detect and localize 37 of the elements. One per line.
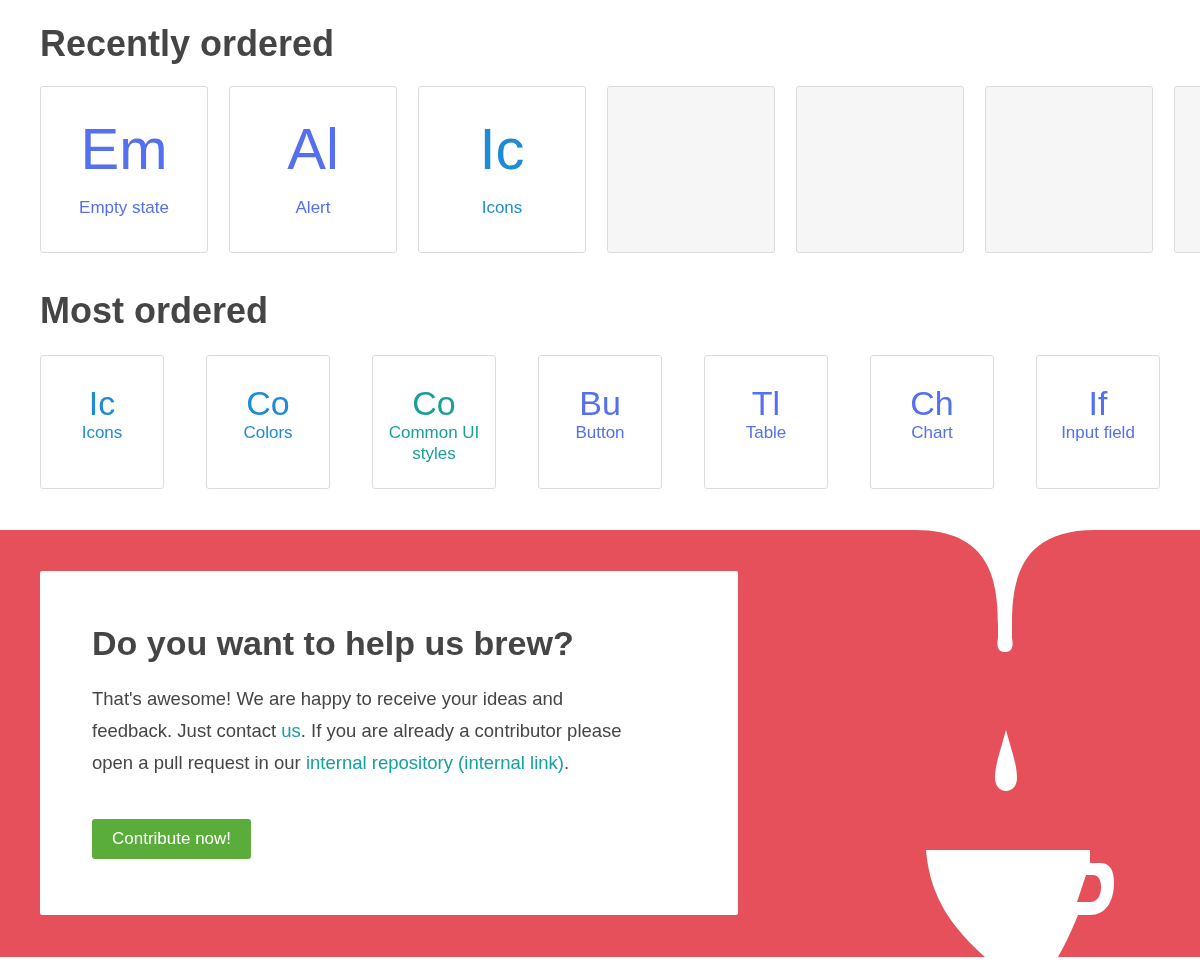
tile-label: Colors [242,422,294,443]
component-tile[interactable]: Bu Button [538,355,662,489]
tile-initials: Co [246,384,290,422]
tile-label: Common UI styles [387,422,481,464]
component-tile[interactable]: Ic Icons [418,86,586,253]
component-tile[interactable]: Al Alert [229,86,397,253]
component-tile[interactable]: Ch Chart [870,355,994,489]
text-link[interactable]: internal repository (internal link) [305,752,565,773]
tile-label: Alert [295,197,331,218]
tile-initials: Bu [579,384,621,422]
tile-label: Input field [1060,422,1136,443]
tile-initials: Ic [88,384,116,422]
tile-initials: If [1088,384,1108,422]
section-heading: Most ordered [40,289,269,333]
component-tile[interactable]: Em Empty state [40,86,208,253]
component-tile[interactable]: Tl Table [704,355,828,489]
contribute-button[interactable]: Contribute now! [92,819,252,859]
tile-initials: Em [80,117,168,180]
card-paragraph: That's awesome! We are happy to receive your ideas and feedback. Just contact us. If you are already a contributor please open a pull request in our internal repository (internal link). [92,687,623,775]
component-tile[interactable]: Ic Icons [40,355,164,489]
section-heading: Recently ordered [40,22,335,66]
component-tile[interactable]: Co Colors [206,355,330,489]
tile-label: Table [744,422,788,443]
component-tile[interactable]: If Input field [1036,355,1160,489]
tile-initials: Tl [751,384,781,422]
tile-initials: Ic [479,117,525,180]
tile-label: Icons [80,422,124,443]
tile-label: Icons [481,197,523,218]
tile-initials: Ch [910,384,954,422]
tile-initials: Al [287,117,339,180]
text-link[interactable]: us [281,720,301,741]
card-heading: Do you want to help us brew? [92,623,574,664]
tile-label: Chart [910,422,954,443]
tile-label: Button [574,422,626,443]
tile-label: Empty state [79,197,169,218]
tile-initials: Co [412,384,456,422]
component-tile[interactable]: Co Common UI styles [372,355,496,489]
